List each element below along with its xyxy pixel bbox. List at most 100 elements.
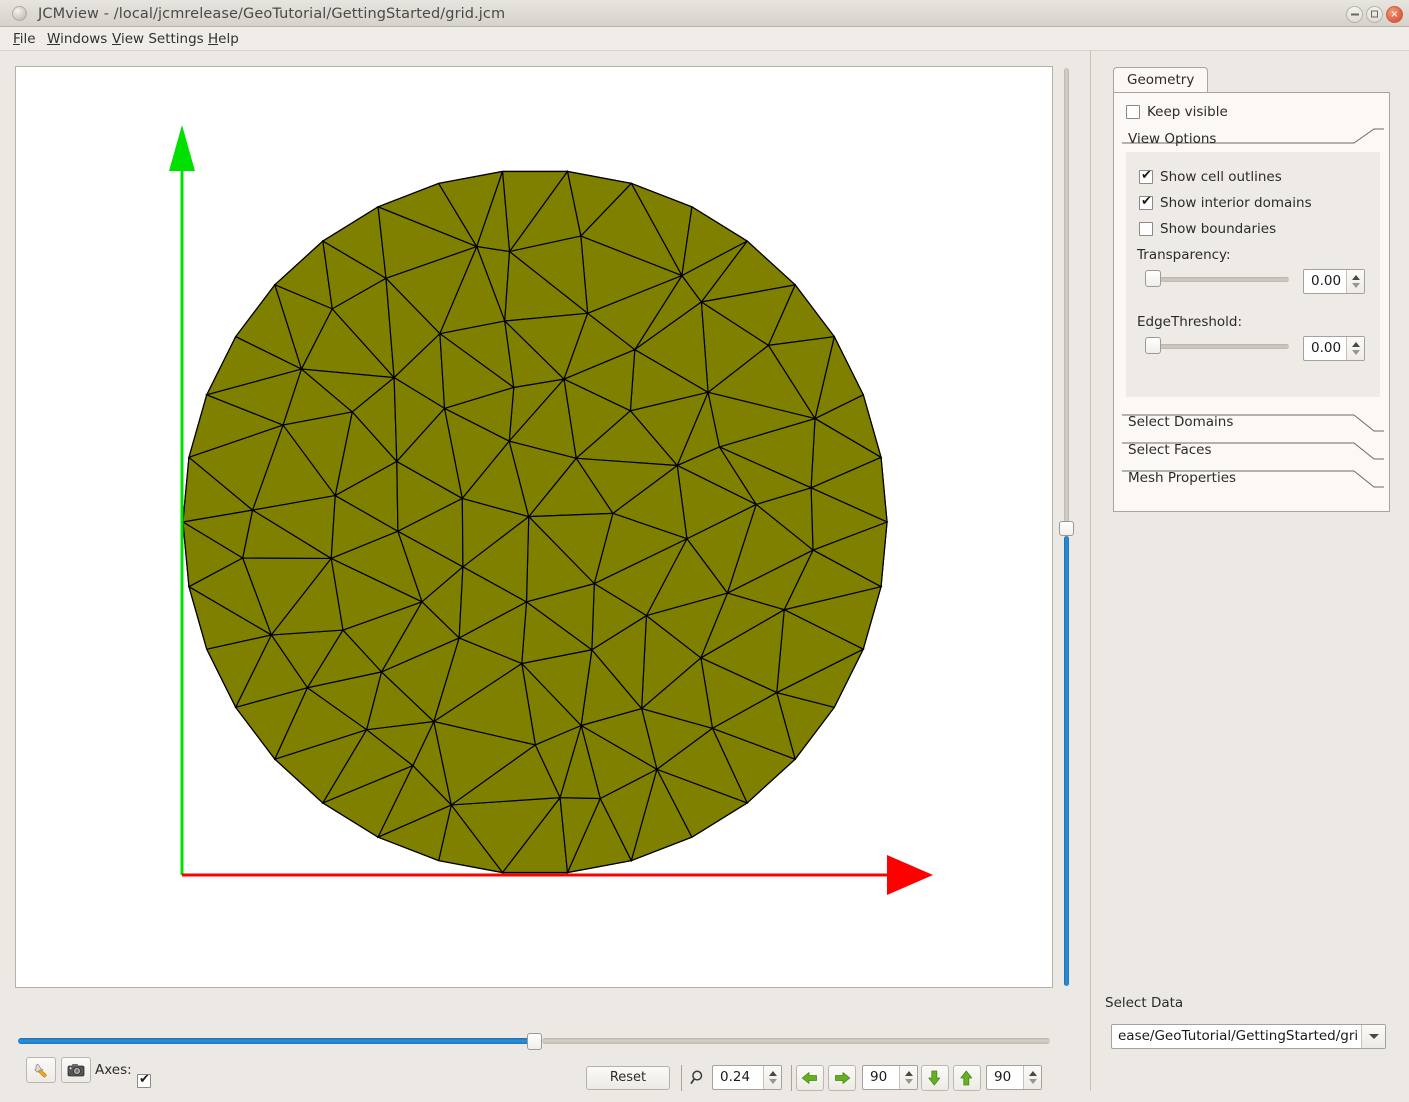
axes-checkbox[interactable] [137,1070,151,1089]
tab-geometry[interactable]: Geometry [1113,67,1209,93]
close-button[interactable]: × [1386,6,1403,23]
edge-threshold-value[interactable]: 0.00 [1304,337,1346,360]
rotate-down-button[interactable] [921,1065,949,1091]
menu-mnemonic: F [13,31,20,47]
select-data-label: Select Data [1105,995,1184,1011]
snapshot-button[interactable] [61,1057,91,1083]
horizontal-angle-stepper[interactable] [899,1066,917,1089]
group-header-label: Mesh Properties [1128,470,1237,486]
vertical-angle-stepper[interactable] [1023,1066,1041,1089]
horizontal-angle-value[interactable]: 90 [863,1066,899,1089]
app-icon [12,6,27,21]
arrow-down-icon [928,1070,941,1086]
zoom-value[interactable]: 0.24 [713,1066,763,1089]
group-header-view-options[interactable]: View Options [1122,128,1384,152]
checkbox-box [137,1072,151,1088]
chevron-down-icon[interactable] [1361,1025,1385,1048]
vertical-angle-spinner[interactable]: 90 [986,1065,1042,1090]
edge-threshold-spinner[interactable]: 0.00 [1303,336,1365,361]
show-boundaries-checkbox[interactable]: Show boundaries [1139,221,1276,239]
edge-threshold-slider-handle[interactable] [1145,337,1161,354]
group-header-select-faces[interactable]: Select Faces [1122,439,1384,463]
slider-groove-right [542,1038,1050,1044]
edge-threshold-stepper[interactable] [1346,337,1364,360]
group-header-label: View Options [1128,131,1217,147]
show-interior-domains-label: Show interior domains [1160,195,1312,211]
menu-label: indows [60,31,108,47]
horizontal-slider-handle[interactable] [527,1033,542,1050]
horizontal-angle-spinner[interactable]: 90 [862,1065,918,1090]
edge-threshold-slider[interactable] [1145,337,1299,355]
group-header-mesh-properties[interactable]: Mesh Properties [1122,467,1384,491]
menu-mnemonic: W [47,31,61,47]
slider-groove [1155,344,1289,349]
keep-visible-checkbox[interactable]: Keep visible [1126,104,1228,122]
slider-groove-upper [1064,68,1069,523]
checkbox-box [1139,194,1153,210]
window-titlebar: JCMview - /local/jcmrelease/GeoTutorial/… [0,0,1409,27]
toolbar-divider-2 [791,1065,792,1091]
menu-item-view-settings[interactable]: View Settings [107,30,209,48]
show-boundaries-label: Show boundaries [1160,221,1277,237]
transparency-slider[interactable] [1145,270,1299,288]
close-icon: × [1390,9,1399,20]
show-interior-domains-checkbox[interactable]: Show interior domains [1139,194,1312,213]
viewport-pane: Axes: Reset 0.24 90 90 [0,51,1087,1091]
transparency-spinner[interactable]: 0.00 [1303,269,1365,294]
show-cell-outlines-checkbox[interactable]: Show cell outlines [1139,168,1282,187]
menu-label: elp [218,31,239,47]
arrow-left-icon [801,1072,817,1084]
menu-label: ile [19,31,36,47]
camera-icon [67,1064,85,1077]
horizontal-clip-slider[interactable] [15,1031,1053,1051]
menu-bar: File Windows View Settings Help [0,27,1409,51]
transparency-label: Transparency: [1137,247,1231,263]
slider-groove-lower [1064,536,1069,986]
checkbox-box [1139,222,1153,236]
menu-mnemonic: V [112,31,121,47]
select-data-value: ease/GeoTutorial/GettingStarted/grid.jcm [1118,1028,1359,1044]
minimize-button[interactable] [1346,6,1363,23]
menu-mnemonic: H [208,31,219,47]
show-cell-outlines-label: Show cell outlines [1160,169,1282,185]
zoom-stepper[interactable] [763,1066,781,1089]
keep-visible-label: Keep visible [1147,104,1228,120]
vertical-slider-handle[interactable] [1059,521,1074,536]
menu-label: iew Settings [120,31,204,47]
toolbar-divider-1 [681,1065,682,1091]
checkbox-box [1126,105,1140,119]
arrow-up-icon [960,1070,973,1086]
triangular-mesh [181,170,889,875]
magnifier-icon [690,1070,703,1085]
group-header-select-domains[interactable]: Select Domains [1122,411,1384,435]
menu-item-help[interactable]: Help [203,30,244,48]
arrow-right-icon [835,1072,851,1084]
vertical-clip-slider[interactable] [1056,66,1076,988]
slider-groove [1155,277,1289,282]
rotate-left-button[interactable] [796,1065,824,1091]
group-header-label: Select Domains [1128,414,1234,430]
rotate-up-button[interactable] [953,1065,981,1091]
window-title: JCMview - /local/jcmrelease/GeoTutorial/… [38,6,506,22]
select-data-combobox[interactable]: ease/GeoTutorial/GettingStarted/grid.jcm [1111,1024,1386,1049]
geometry-canvas[interactable] [15,66,1053,988]
settings-button[interactable] [26,1057,56,1083]
properties-pane: Geometry Keep visible View Options Show … [1090,51,1409,1091]
wrench-icon [34,1063,47,1078]
vertical-angle-value[interactable]: 90 [987,1066,1023,1089]
zoom-spinner[interactable]: 0.24 [712,1065,782,1090]
axes-label: Axes: [95,1062,132,1078]
transparency-stepper[interactable] [1346,270,1364,293]
mesh-rendering [169,125,933,895]
maximize-button[interactable] [1366,6,1383,23]
group-header-label: Select Faces [1128,442,1212,458]
tabstrip: Geometry [1113,67,1209,93]
menu-item-file[interactable]: File [8,30,41,48]
rotate-right-button[interactable] [828,1065,856,1091]
transparency-slider-handle[interactable] [1145,270,1161,287]
menu-item-windows[interactable]: Windows [42,30,112,48]
transparency-value[interactable]: 0.00 [1304,270,1346,293]
slider-groove-left [18,1038,530,1044]
reset-button[interactable]: Reset [586,1066,670,1090]
view-options-body: Show cell outlines Show interior domains… [1126,152,1380,397]
